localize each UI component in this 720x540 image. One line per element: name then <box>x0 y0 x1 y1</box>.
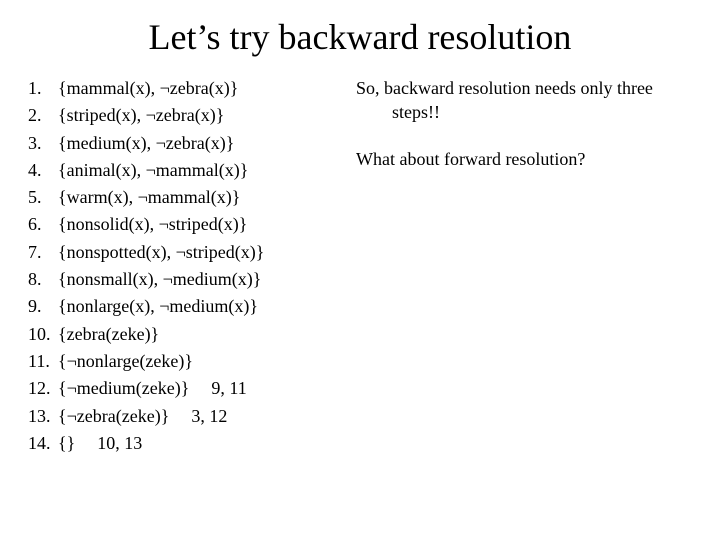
clause-row: 10. {zebra(zeke)} <box>28 322 348 346</box>
clause-text: {medium(x), ¬zebra(x)} <box>58 131 234 155</box>
commentary-line: So, backward resolution needs only three <box>356 78 653 98</box>
clause-row: 2. {striped(x), ¬zebra(x)} <box>28 103 348 127</box>
clause-number: 7. <box>28 240 58 264</box>
clause-row: 5. {warm(x), ¬mammal(x)} <box>28 185 348 209</box>
clause-text: {warm(x), ¬mammal(x)} <box>58 185 240 209</box>
clause-text: {striped(x), ¬zebra(x)} <box>58 103 224 127</box>
commentary-column: So, backward resolution needs only three… <box>348 76 692 458</box>
clause-text: {¬nonlarge(zeke)} <box>58 349 193 373</box>
clause-number: 14. <box>28 431 58 455</box>
commentary-para-2: What about forward resolution? <box>356 147 692 171</box>
clause-justification: 3, 12 <box>191 404 227 428</box>
clause-text: {¬medium(zeke)} <box>58 376 189 400</box>
clause-row: 6. {nonsolid(x), ¬striped(x)} <box>28 212 348 236</box>
commentary-text: So, backward resolution needs only three… <box>356 76 653 125</box>
clause-row: 3. {medium(x), ¬zebra(x)} <box>28 131 348 155</box>
clause-number: 2. <box>28 103 58 127</box>
clause-text: {zebra(zeke)} <box>58 322 159 346</box>
clause-text: {nonlarge(x), ¬medium(x)} <box>58 294 258 318</box>
clause-number: 3. <box>28 131 58 155</box>
clause-number: 10. <box>28 322 58 346</box>
commentary-line: steps!! <box>356 100 653 124</box>
clause-number: 5. <box>28 185 58 209</box>
clause-row: 9. {nonlarge(x), ¬medium(x)} <box>28 294 348 318</box>
clause-number: 12. <box>28 376 58 400</box>
clause-number: 4. <box>28 158 58 182</box>
clause-justification: 10, 13 <box>97 431 142 455</box>
clause-text: {nonsolid(x), ¬striped(x)} <box>58 212 247 236</box>
clause-number: 8. <box>28 267 58 291</box>
clause-row: 11. {¬nonlarge(zeke)} <box>28 349 348 373</box>
clause-text: {} <box>58 431 75 455</box>
clause-row: 14. {} 10, 13 <box>28 431 348 455</box>
clause-number: 1. <box>28 76 58 100</box>
clause-number: 13. <box>28 404 58 428</box>
clause-text: {animal(x), ¬mammal(x)} <box>58 158 248 182</box>
clause-row: 4. {animal(x), ¬mammal(x)} <box>28 158 348 182</box>
clause-text: {mammal(x), ¬zebra(x)} <box>58 76 238 100</box>
clause-row: 7. {nonspotted(x), ¬striped(x)} <box>28 240 348 264</box>
clause-number: 11. <box>28 349 58 373</box>
slide-title: Let’s try backward resolution <box>28 16 692 58</box>
clause-text: {¬zebra(zeke)} <box>58 404 169 428</box>
clause-text: {nonsmall(x), ¬medium(x)} <box>58 267 261 291</box>
slide-body: 1. {mammal(x), ¬zebra(x)} 2. {striped(x)… <box>28 76 692 458</box>
clause-number: 9. <box>28 294 58 318</box>
clause-row: 12. {¬medium(zeke)} 9, 11 <box>28 376 348 400</box>
clause-text: {nonspotted(x), ¬striped(x)} <box>58 240 264 264</box>
clause-row: 8. {nonsmall(x), ¬medium(x)} <box>28 267 348 291</box>
clause-justification: 9, 11 <box>211 376 246 400</box>
clause-row: 1. {mammal(x), ¬zebra(x)} <box>28 76 348 100</box>
clause-number: 6. <box>28 212 58 236</box>
clause-list: 1. {mammal(x), ¬zebra(x)} 2. {striped(x)… <box>28 76 348 458</box>
clause-row: 13. {¬zebra(zeke)} 3, 12 <box>28 404 348 428</box>
commentary-text: What about forward resolution? <box>356 147 585 171</box>
commentary-para-1: So, backward resolution needs only three… <box>356 76 692 125</box>
